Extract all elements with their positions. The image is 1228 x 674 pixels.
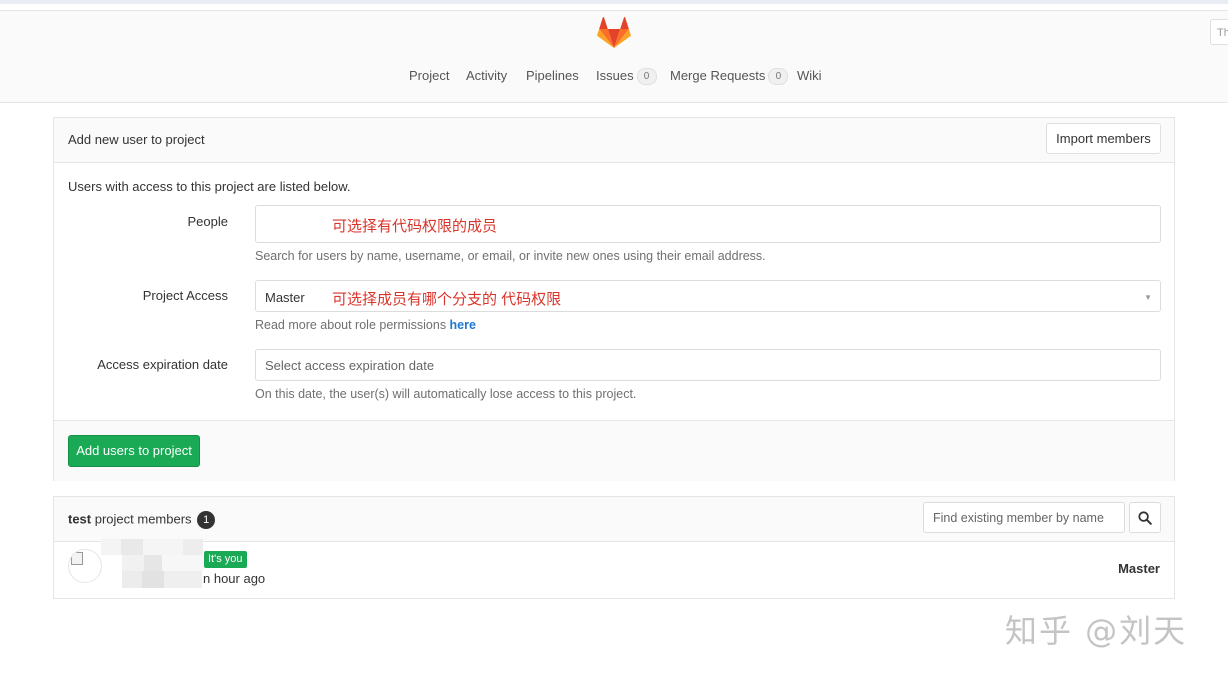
nav-pipelines[interactable]: Pipelines: [526, 68, 579, 83]
broken-image-icon: [71, 552, 83, 565]
nav-issues[interactable]: Issues 0: [596, 68, 657, 86]
project-access-annotation: 可选择成员有哪个分支的 代码权限: [332, 291, 562, 308]
member-search-input[interactable]: Find existing member by name: [923, 502, 1125, 533]
people-help-text: Search for users by name, username, or e…: [255, 249, 766, 263]
nav-issues-label: Issues: [596, 68, 634, 83]
nav-activity[interactable]: Activity: [466, 68, 507, 83]
member-role: Master: [1118, 561, 1160, 576]
add-user-panel-footer: Add users to project: [54, 420, 1174, 481]
project-access-value: Master: [265, 290, 305, 305]
project-members-title: test project members 1: [68, 511, 216, 529]
people-label: People: [187, 214, 228, 229]
import-members-button[interactable]: Import members: [1046, 123, 1161, 154]
expiration-help-text: On this date, the user(s) will automatic…: [255, 387, 637, 401]
merge-requests-count-badge: 0: [768, 68, 789, 86]
add-user-panel-header: Add new user to project Import members: [54, 118, 1174, 163]
gitlab-logo-icon[interactable]: [597, 17, 631, 49]
expiration-label: Access expiration date: [97, 357, 228, 372]
nav-wiki[interactable]: Wiki: [797, 68, 822, 83]
add-user-panel: Add new user to project Import members U…: [53, 117, 1175, 481]
project-header: Project Activity Pipelines Issues 0 Merge…: [0, 10, 1228, 103]
expiration-placeholder: Select access expiration date: [265, 358, 435, 373]
its-you-badge: It's you: [204, 551, 247, 568]
members-count-badge: 1: [197, 511, 216, 529]
zhihu-watermark: 知乎 @刘天: [1005, 612, 1188, 650]
project-name: test: [68, 511, 92, 527]
add-users-button[interactable]: Add users to project: [68, 435, 200, 467]
people-search-input[interactable]: 可选择有代码权限的成员: [255, 205, 1161, 243]
project-members-panel: test project members 1 Find existing mem…: [53, 496, 1175, 599]
access-intro-text: Users with access to this project are li…: [68, 179, 351, 194]
expiration-date-input[interactable]: Select access expiration date: [255, 349, 1161, 381]
nav-merge-requests[interactable]: Merge Requests 0: [670, 68, 789, 86]
project-nav: Project Activity Pipelines Issues 0 Merge…: [0, 68, 1228, 90]
issues-count-badge: 0: [636, 68, 657, 86]
people-annotation: 可选择有代码权限的成员: [332, 218, 498, 235]
role-permissions-help-text: Read more about role permissions: [255, 318, 450, 332]
nav-merge-requests-label: Merge Requests: [670, 68, 766, 83]
project-members-header: test project members 1 Find existing mem…: [54, 497, 1174, 542]
chevron-down-icon: ▼: [1144, 293, 1152, 302]
member-access-time: n hour ago: [203, 571, 266, 586]
project-members-title-suffix: project members: [91, 511, 192, 527]
member-search-placeholder: Find existing member by name: [933, 511, 1104, 525]
header-right-button[interactable]: Th: [1210, 19, 1228, 45]
role-permissions-link[interactable]: here: [450, 318, 476, 332]
project-access-select[interactable]: Master 可选择成员有哪个分支的 代码权限 ▼: [255, 280, 1161, 312]
member-search-button[interactable]: [1129, 502, 1161, 533]
role-permissions-help: Read more about role permissions here: [255, 318, 476, 332]
project-access-label: Project Access: [142, 288, 228, 303]
search-icon: [1138, 511, 1152, 525]
member-avatar[interactable]: [68, 549, 102, 583]
add-user-panel-title: Add new user to project: [68, 132, 205, 147]
top-strip: [0, 0, 1228, 4]
nav-project[interactable]: Project: [409, 68, 449, 83]
